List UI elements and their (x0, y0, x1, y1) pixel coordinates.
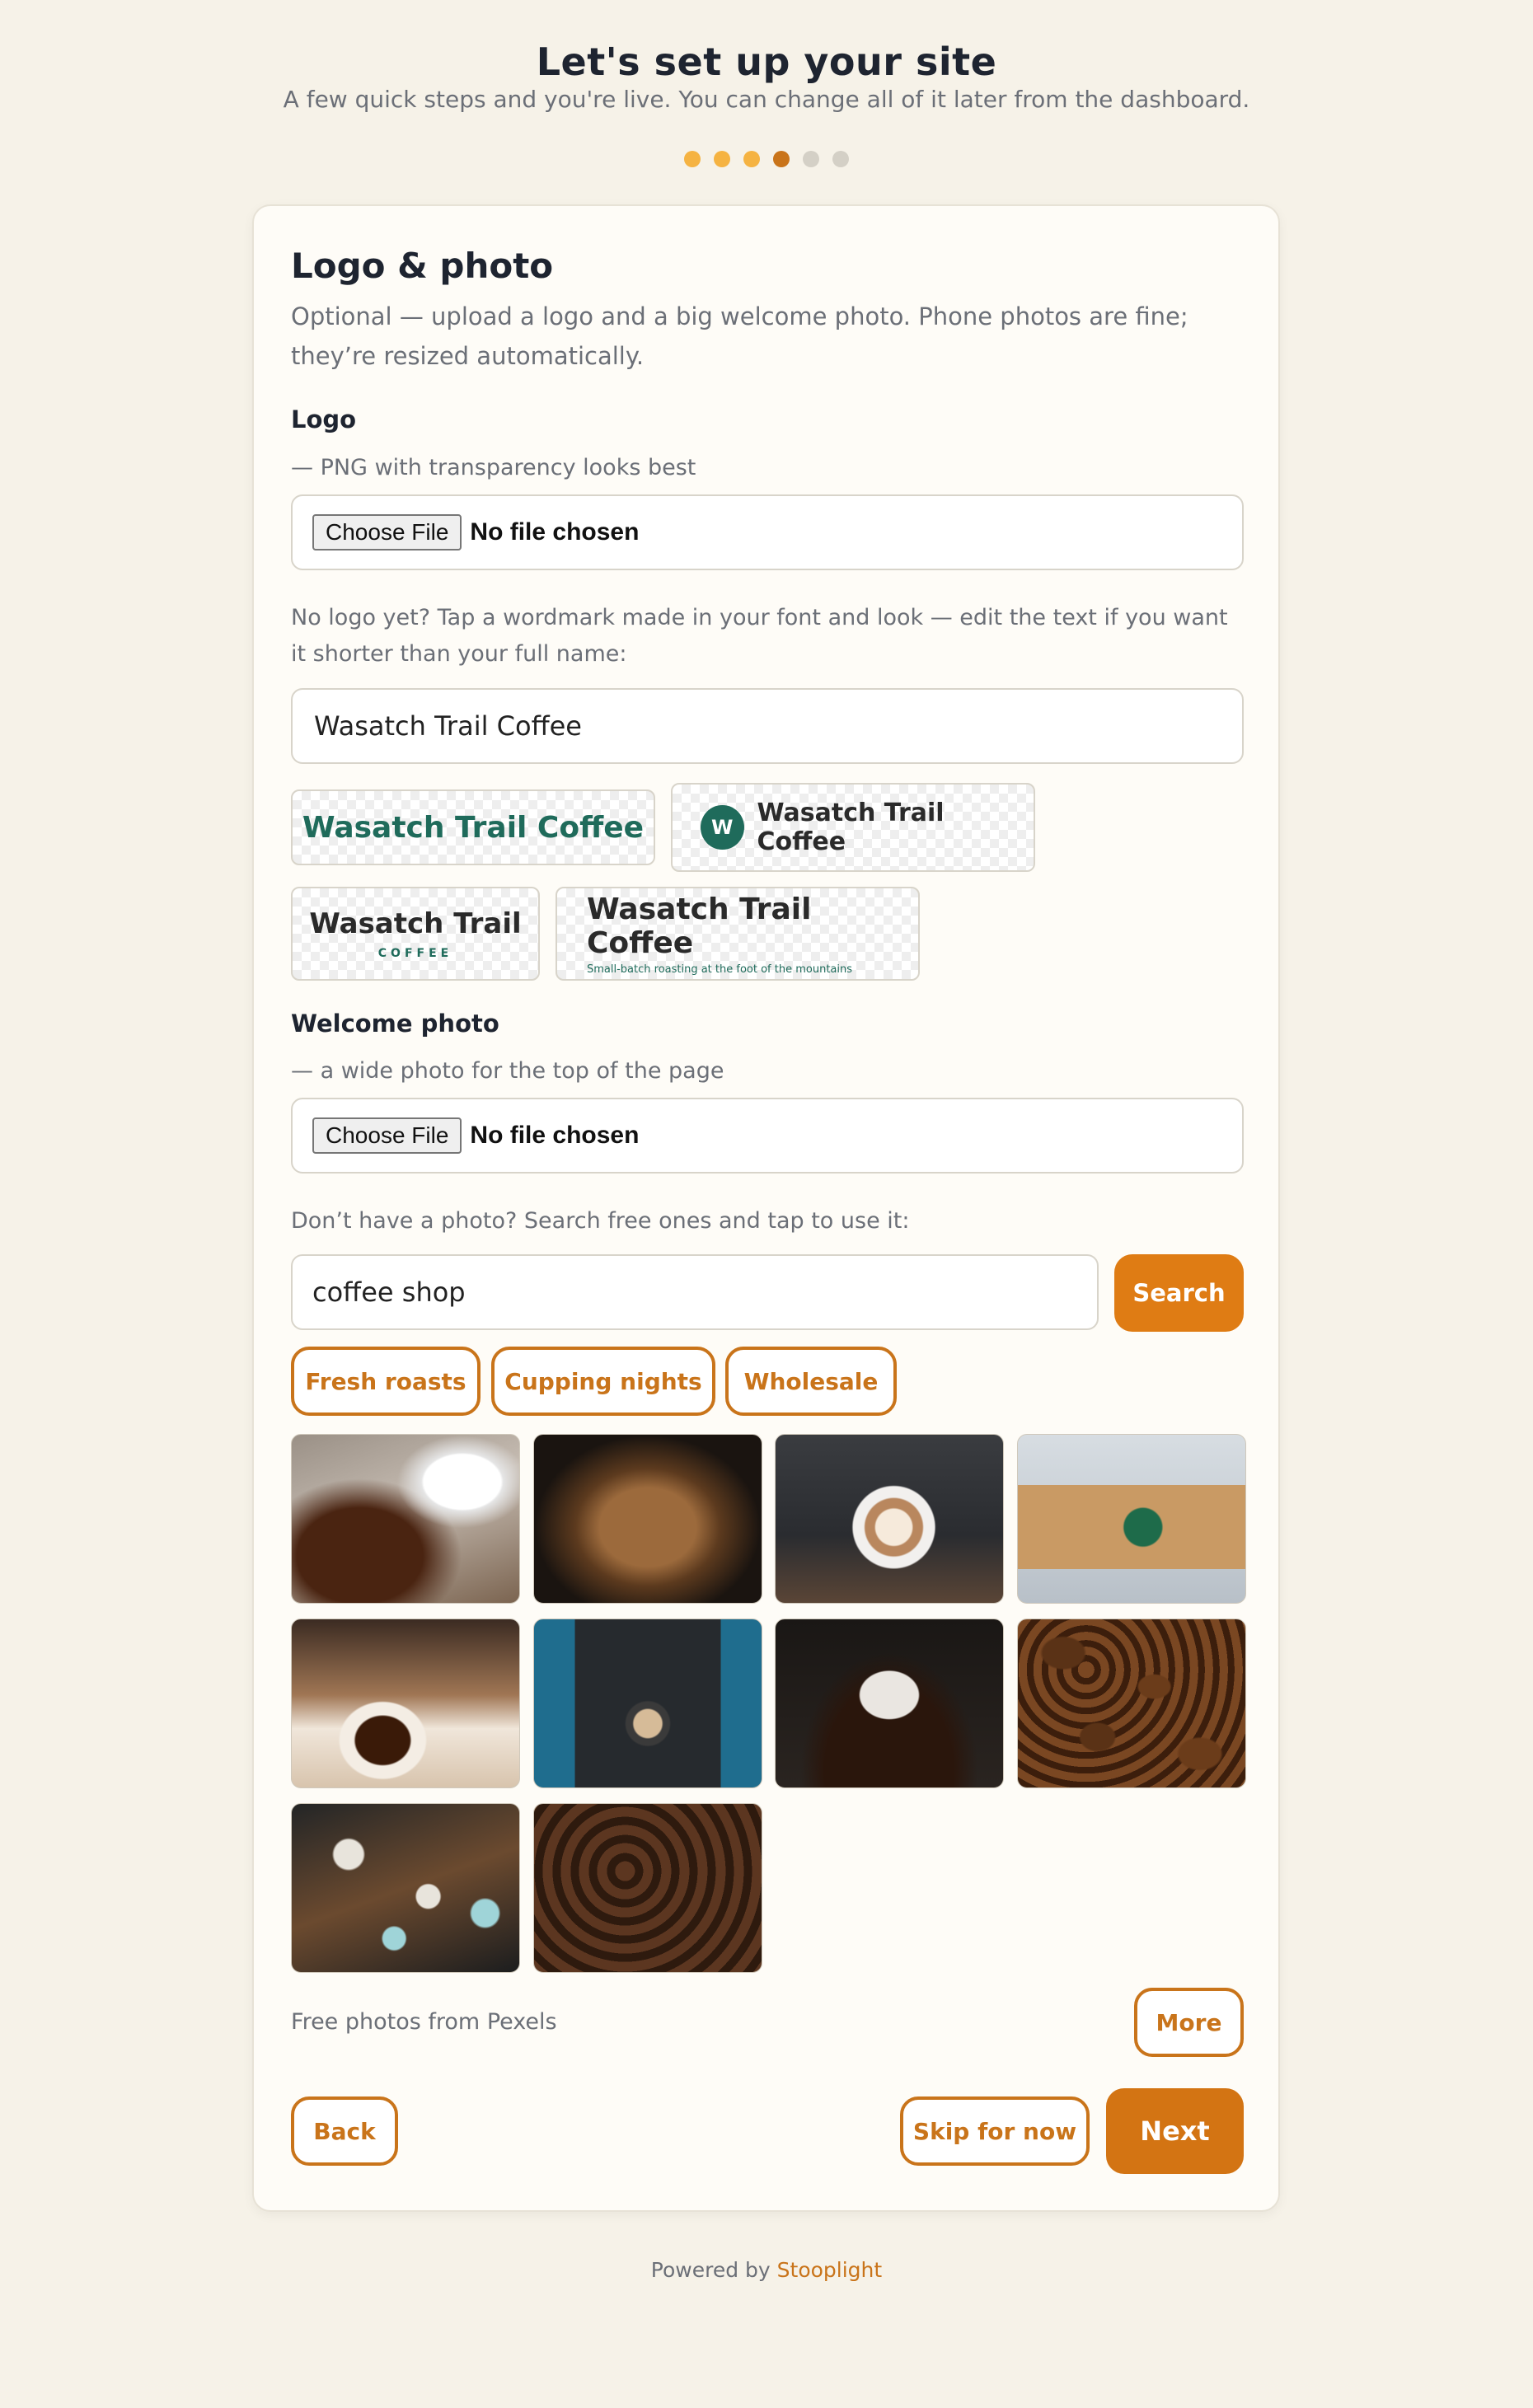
step-indicator (684, 151, 849, 167)
footer: Powered by Stooplight (0, 2258, 1533, 2282)
wordmark-tagline-sub: Small-batch roasting at the foot of the … (587, 963, 853, 976)
photo-beans-closeup[interactable] (1017, 1619, 1246, 1788)
step-dot-1 (684, 151, 701, 167)
welcome-photo-file-input[interactable]: Choose File No file chosen (291, 1098, 1244, 1174)
wordmark-stacked-sub: COFFEE (377, 947, 453, 960)
skip-button[interactable]: Skip for now (900, 2096, 1090, 2166)
back-button[interactable]: Back (291, 2096, 398, 2166)
step-dot-2 (714, 151, 730, 167)
welcome-photo-label: Welcome photo (291, 1010, 499, 1038)
photo-mug-dark[interactable] (775, 1619, 1004, 1788)
logo-file-input[interactable]: Choose File No file chosen (291, 494, 1244, 570)
footer-prefix: Powered by (650, 2258, 777, 2282)
next-button[interactable]: Next (1106, 2088, 1244, 2174)
wordmark-prompt: No logo yet? Tap a wordmark made in your… (291, 605, 1228, 667)
logo-label: Logo (291, 405, 357, 433)
photo-choose-file-button[interactable]: Choose File (312, 1117, 462, 1154)
footer-brand-link[interactable]: Stooplight (777, 2258, 883, 2282)
wizard-title: Let's set up your site (536, 40, 997, 84)
step-dot-5 (803, 151, 819, 167)
photo-credit: Free photos from Pexels (291, 2009, 557, 2035)
logo-file-status: No file chosen (470, 518, 640, 546)
wordmark-option-stacked[interactable]: Wasatch Trail COFFEE (291, 887, 540, 981)
wordmark-badge-circle: W (701, 805, 744, 850)
photo-search-prompt: Don’t have a photo? Search free ones and… (291, 1208, 910, 1234)
logo-choose-file-button[interactable]: Choose File (312, 514, 462, 550)
wordmark-option-tagline[interactable]: Wasatch Trail Coffee Small-batch roastin… (556, 887, 920, 981)
chip-fresh-roasts[interactable]: Fresh roasts (291, 1347, 481, 1416)
wizard-subtitle: A few quick steps and you're live. You c… (283, 86, 1250, 113)
step-dot-4-current (773, 151, 790, 167)
photo-roaster-beans[interactable] (533, 1434, 762, 1604)
wordmark-plain-text: Wasatch Trail Coffee (302, 810, 645, 845)
photo-takeaway-cup[interactable] (1017, 1434, 1246, 1604)
chip-cupping-nights[interactable]: Cupping nights (491, 1347, 715, 1416)
chip-wholesale[interactable]: Wholesale (725, 1347, 897, 1416)
photo-latte-pour[interactable] (775, 1434, 1004, 1604)
section-title: Logo & photo (291, 246, 554, 286)
more-photos-button[interactable]: More (1134, 1988, 1244, 2057)
step-dot-3 (743, 151, 760, 167)
section-description: Optional — upload a logo and a big welco… (291, 302, 1188, 370)
wordmark-badge-text: Wasatch Trail Coffee (757, 799, 945, 856)
photo-beans-spilled-cup[interactable] (291, 1434, 520, 1604)
photo-espresso-glass[interactable] (291, 1619, 520, 1788)
wordmark-stacked-main: Wasatch Trail (309, 907, 522, 940)
photo-barista-latte[interactable] (533, 1619, 762, 1788)
photo-search-button[interactable]: Search (1114, 1254, 1244, 1332)
photo-file-status: No file chosen (470, 1122, 640, 1149)
setup-card: Logo & photo Optional — upload a logo an… (252, 204, 1280, 2212)
wordmark-option-badge[interactable]: W Wasatch Trail Coffee (671, 783, 1035, 872)
wordmark-option-plain[interactable]: Wasatch Trail Coffee (291, 789, 655, 865)
setup-page: Let's set up your site A few quick steps… (0, 0, 1533, 2408)
photo-search-input[interactable]: coffee shop (291, 1254, 1099, 1330)
photo-table-overhead[interactable] (291, 1803, 520, 1973)
step-dot-6 (832, 151, 849, 167)
wordmark-text-input[interactable]: Wasatch Trail Coffee (291, 688, 1244, 764)
logo-hint: — PNG with transparency looks best (291, 455, 696, 480)
photo-beans-texture[interactable] (533, 1803, 762, 1973)
wordmark-tagline-main: Wasatch Trail Coffee (587, 892, 812, 960)
welcome-photo-hint: — a wide photo for the top of the page (291, 1058, 724, 1084)
